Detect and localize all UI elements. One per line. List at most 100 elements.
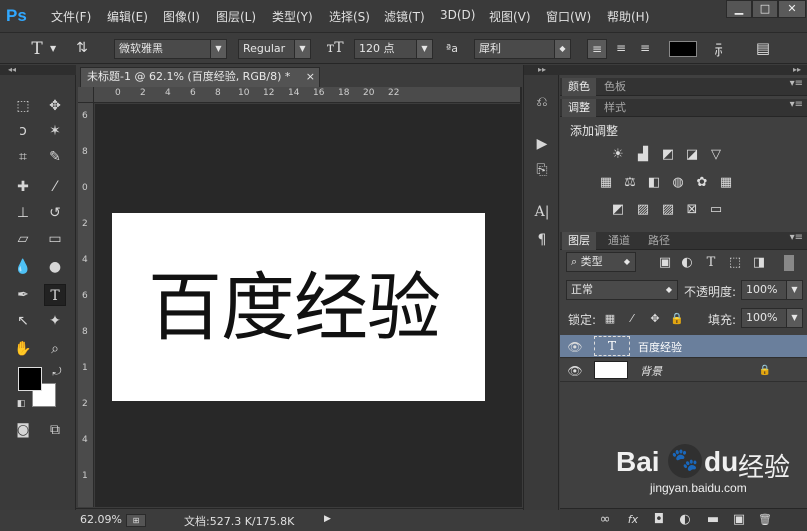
crop-tool-icon[interactable]: ⌗ (12, 146, 34, 168)
history-brush-tool-icon[interactable]: ↺ (44, 202, 66, 224)
menu-3d[interactable]: 3D(D) (440, 8, 475, 22)
properties-panel-icon[interactable]: ⎘ (531, 159, 553, 181)
tab-color[interactable]: 颜色 (562, 78, 596, 96)
menu-help[interactable]: 帮助(H) (607, 8, 649, 25)
status-menu-arrow-icon[interactable]: ▶ (324, 514, 331, 524)
tab-layers[interactable]: 图层 (562, 232, 596, 250)
font-size-select[interactable]: 120 点 ▼ (354, 39, 433, 59)
screen-mode-icon[interactable]: ⧉ (44, 419, 66, 441)
character-panel-icon[interactable]: ▤ (752, 39, 774, 57)
blur-tool-icon[interactable]: 💧 (12, 256, 34, 278)
filter-shape-icon[interactable]: ⬚ (726, 255, 744, 271)
selective-color-adjustment-icon[interactable]: ⊠ (683, 202, 701, 218)
zoom-tool-icon[interactable]: ⌕ (44, 338, 66, 360)
layer-name[interactable]: 背景 (640, 363, 662, 379)
add-mask-icon[interactable]: ◘ (650, 512, 668, 528)
vibrance-adjustment-icon[interactable]: ▽ (707, 147, 725, 163)
menu-file[interactable]: 文件(F) (51, 8, 91, 25)
canvas-area[interactable]: 百度经验 (95, 104, 520, 507)
layer-style-icon[interactable]: fx (624, 512, 642, 528)
menu-window[interactable]: 窗口(W) (546, 8, 591, 25)
tab-channels[interactable]: 通道 (602, 232, 636, 250)
brightness-adjustment-icon[interactable]: ☀ (609, 147, 627, 163)
document-tab[interactable]: 未标题-1 @ 62.1% (百度经验, RGB/8) * × (80, 67, 320, 87)
minimize-button[interactable]: ▁ (726, 0, 752, 18)
path-selection-tool-icon[interactable]: ↖ (12, 310, 34, 332)
black-white-adjustment-icon[interactable]: ◧ (645, 175, 663, 191)
hue-saturation-adjustment-icon[interactable]: ▦ (597, 175, 615, 191)
text-color-swatch[interactable] (669, 41, 697, 57)
tab-paths[interactable]: 路径 (642, 232, 676, 250)
filter-pixel-icon[interactable]: ▣ (656, 255, 674, 271)
align-left-icon[interactable]: ≡ (587, 39, 607, 59)
clone-stamp-tool-icon[interactable]: ⊥ (12, 202, 34, 224)
lock-transparent-icon[interactable]: ▦ (601, 311, 619, 327)
layer-name[interactable]: 百度经验 (638, 339, 682, 355)
menu-filter[interactable]: 滤镜(T) (384, 8, 425, 25)
marquee-tool-icon[interactable]: ⬚ (12, 95, 34, 117)
warp-text-icon[interactable]: ⺬ (711, 39, 733, 60)
tool-preset-arrow-icon[interactable]: ▼ (50, 44, 56, 53)
lock-all-icon[interactable]: 🔒 (668, 311, 686, 327)
lock-position-icon[interactable]: ✥ (646, 311, 664, 327)
anti-alias-select[interactable]: 犀利 ◆ (474, 39, 571, 59)
eye-icon[interactable]: 👁 (566, 363, 584, 379)
type-tool-icon[interactable]: T (28, 39, 46, 59)
move-tool-icon[interactable]: ✥ (44, 95, 66, 117)
dock-collapse-icon[interactable]: ▸▸ (524, 65, 560, 75)
hand-tool-icon[interactable]: ✋ (12, 338, 34, 360)
menu-type[interactable]: 类型(Y) (272, 8, 313, 25)
paragraph-panel-icon[interactable]: ¶ (531, 229, 553, 251)
font-family-select[interactable]: 微软雅黑 ▼ (114, 39, 227, 59)
filter-type-icon[interactable]: T (702, 255, 720, 271)
color-lookup-adjustment-icon[interactable]: ▦ (717, 175, 735, 191)
font-style-select[interactable]: Regular ▼ (238, 39, 311, 59)
menu-layer[interactable]: 图层(L) (216, 8, 256, 25)
lock-image-icon[interactable]: ⁄ (623, 311, 641, 327)
eyedropper-tool-icon[interactable]: ✎ (44, 146, 66, 168)
tab-styles[interactable]: 样式 (598, 99, 632, 117)
menu-edit[interactable]: 编辑(E) (107, 8, 148, 25)
link-layers-icon[interactable]: ∞ (596, 512, 614, 528)
photo-filter-adjustment-icon[interactable]: ◍ (669, 175, 687, 191)
foreground-color-swatch[interactable] (18, 367, 42, 391)
dodge-tool-icon[interactable]: ● (44, 256, 66, 278)
align-right-icon[interactable]: ≡ (635, 39, 655, 59)
layer-filter-select[interactable]: ⌕ 类型 ◆ (566, 252, 636, 272)
fill-field[interactable]: 100% ▼ (741, 308, 803, 328)
close-button[interactable]: ✕ (778, 0, 806, 18)
filter-adjustment-icon[interactable]: ◐ (678, 255, 696, 271)
history-panel-icon[interactable]: ⎌ (531, 91, 553, 113)
status-preview-icon[interactable]: ⊞ (126, 514, 146, 527)
menu-image[interactable]: 图像(I) (163, 8, 200, 25)
channel-mixer-adjustment-icon[interactable]: ✿ (693, 175, 711, 191)
actions-panel-icon[interactable]: ▶ (531, 133, 553, 155)
new-adjustment-icon[interactable]: ◐ (676, 512, 694, 528)
panel-menu-icon[interactable]: ▾≡ (790, 99, 803, 110)
new-group-icon[interactable]: ▬ (704, 512, 722, 528)
panel-menu-icon[interactable]: ▾≡ (790, 232, 803, 243)
gradient-map-adjustment-icon[interactable]: ▭ (707, 202, 725, 218)
type-tool-icon[interactable]: T (44, 284, 66, 306)
document-page[interactable]: 百度经验 (112, 213, 485, 401)
posterize-adjustment-icon[interactable]: ▨ (634, 202, 652, 218)
align-center-icon[interactable]: ≡ (611, 39, 631, 59)
healing-brush-tool-icon[interactable]: ✚ (12, 176, 34, 198)
delete-layer-icon[interactable]: 🗑 (756, 512, 774, 528)
close-tab-icon[interactable]: × (306, 68, 315, 86)
color-balance-adjustment-icon[interactable]: ⚖ (621, 175, 639, 191)
exposure-adjustment-icon[interactable]: ◪ (683, 147, 701, 163)
filter-toggle-icon[interactable] (784, 255, 794, 271)
text-orientation-icon[interactable]: ⇅ (72, 40, 92, 56)
document-text-layer[interactable]: 百度经验 (148, 263, 441, 353)
curves-adjustment-icon[interactable]: ◩ (659, 147, 677, 163)
tab-swatches[interactable]: 色板 (598, 78, 632, 96)
invert-adjustment-icon[interactable]: ◩ (609, 202, 627, 218)
custom-shape-tool-icon[interactable]: ✦ (44, 310, 66, 332)
eraser-tool-icon[interactable]: ▱ (12, 228, 34, 250)
panel-collapse-icon[interactable]: ▸▸ (560, 65, 807, 75)
menu-select[interactable]: 选择(S) (329, 8, 370, 25)
canvas-scrollbar[interactable] (520, 87, 522, 507)
layer-row-text[interactable]: 👁 T 百度经验 (560, 335, 807, 358)
zoom-level[interactable]: 62.09% (80, 513, 122, 526)
